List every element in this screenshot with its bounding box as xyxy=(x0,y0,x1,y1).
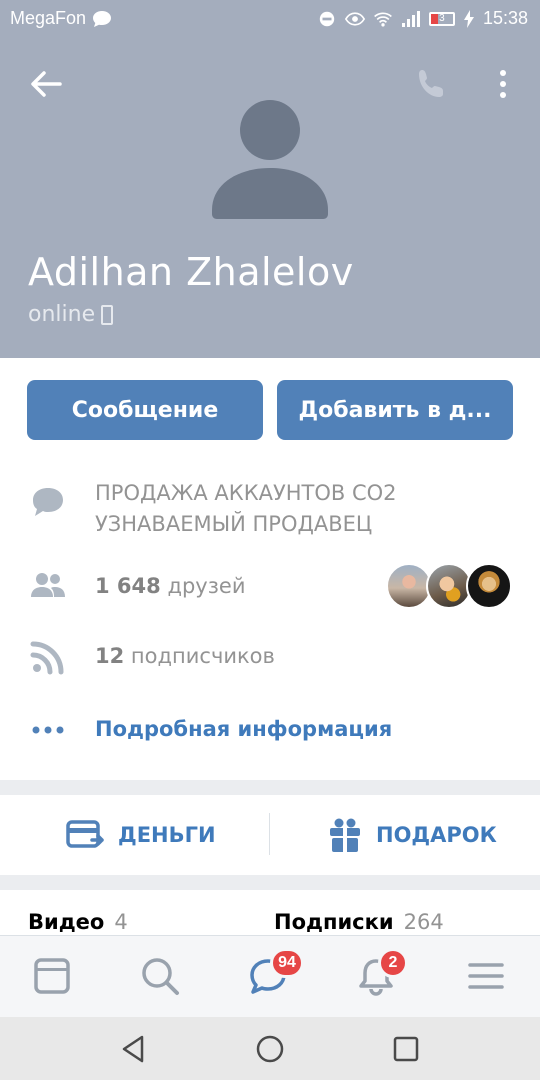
avatar-placeholder-icon[interactable] xyxy=(206,98,334,220)
chat-bubble-icon xyxy=(93,10,112,27)
comment-icon xyxy=(33,488,63,516)
extras-card: ДЕНЬГИ ПОДАРОК xyxy=(0,795,540,875)
rss-icon xyxy=(30,641,64,675)
news-icon xyxy=(34,958,70,994)
wifi-icon xyxy=(374,12,392,26)
battery-level: 3 xyxy=(439,12,445,24)
dots-icon xyxy=(32,726,64,734)
status-text-line2: УЗНАВАЕМЫЙ ПРОДАВЕЦ xyxy=(95,512,373,536)
videos-count: 4 xyxy=(114,910,128,934)
gift-label: ПОДАРОК xyxy=(376,823,497,847)
details-row[interactable]: Подробная информация xyxy=(0,708,540,752)
nav-home-icon[interactable] xyxy=(254,1033,286,1065)
money-button[interactable]: ДЕНЬГИ xyxy=(66,795,216,875)
subscriptions-counter[interactable]: Подписки 264 xyxy=(274,910,444,934)
friends-label: друзей xyxy=(167,574,246,598)
subscriptions-count: 264 xyxy=(403,910,444,934)
more-vertical-icon[interactable] xyxy=(490,66,516,102)
tab-messages[interactable]: 94 xyxy=(248,948,304,1000)
bottom-tab-bar: 94 2 xyxy=(0,935,540,1017)
followers-count: 12 xyxy=(95,644,125,668)
status-text-row: ПРОДАЖА АККАУНТОВ CO2 УЗНАВАЕМЫЙ ПРОДАВЕ… xyxy=(0,478,540,542)
phone-icon[interactable] xyxy=(414,66,450,102)
message-button[interactable]: Сообщение xyxy=(27,380,263,440)
profile-header: MegaFon 3 15:38 Adilhan Zhalelov online xyxy=(0,0,540,358)
carrier-name: MegaFon xyxy=(10,8,87,28)
friends-icon xyxy=(31,573,65,597)
status-right: 3 15:38 xyxy=(317,8,528,29)
online-status-text: online xyxy=(28,302,96,327)
friend-avatar xyxy=(466,563,512,609)
signal-icon xyxy=(401,10,420,27)
status-text: ПРОДАЖА АККАУНТОВ CO2 УЗНАВАЕМЫЙ ПРОДАВЕ… xyxy=(95,478,397,540)
friends-row[interactable]: 1 648 друзей xyxy=(0,561,540,611)
nav-back-icon[interactable] xyxy=(118,1033,150,1065)
system-nav-bar xyxy=(0,1017,540,1080)
tab-menu[interactable] xyxy=(466,956,510,1000)
status-text-line1: ПРОДАЖА АККАУНТОВ CO2 xyxy=(95,481,397,505)
battery-icon: 3 xyxy=(428,11,455,26)
friends-text: 1 648 друзей xyxy=(95,571,245,602)
tab-news[interactable] xyxy=(32,956,76,1000)
add-friend-button[interactable]: Добавить в д... xyxy=(277,380,513,440)
clock-time: 15:38 xyxy=(482,8,528,28)
followers-text: 12 подписчиков xyxy=(95,641,275,672)
videos-label: Видео xyxy=(28,910,105,934)
notifications-badge: 2 xyxy=(378,948,408,978)
bolt-icon xyxy=(463,9,474,28)
money-label: ДЕНЬГИ xyxy=(118,823,216,847)
card-icon xyxy=(66,820,104,848)
menu-icon xyxy=(468,963,504,989)
videos-counter[interactable]: Видео 4 xyxy=(28,910,128,934)
eye-icon xyxy=(344,11,365,26)
messages-badge: 94 xyxy=(270,948,304,978)
search-icon xyxy=(142,958,179,995)
minus-circle-icon xyxy=(319,11,335,26)
gift-button[interactable]: ПОДАРОК xyxy=(328,795,497,875)
tab-notifications[interactable]: 2 xyxy=(356,948,408,1000)
tab-search[interactable] xyxy=(140,956,184,1000)
gift-icon xyxy=(330,818,360,852)
status-bar: MegaFon 3 15:38 xyxy=(0,0,540,36)
nav-recents-icon[interactable] xyxy=(390,1033,422,1065)
friends-avatars xyxy=(386,563,512,609)
status-left: MegaFon xyxy=(10,8,112,29)
friends-count: 1 648 xyxy=(95,574,161,598)
followers-row[interactable]: 12 подписчиков xyxy=(0,635,540,679)
mobile-icon xyxy=(101,304,114,325)
divider xyxy=(269,813,270,855)
details-link[interactable]: Подробная информация xyxy=(95,714,392,745)
online-status: online xyxy=(28,302,114,327)
back-arrow-icon[interactable] xyxy=(26,64,66,104)
subscriptions-label: Подписки xyxy=(274,910,394,934)
profile-info-card: Сообщение Добавить в д... ПРОДАЖА АККАУН… xyxy=(0,358,540,780)
profile-name: Adilhan Zhalelov xyxy=(28,250,354,294)
followers-label: подписчиков xyxy=(130,644,275,668)
